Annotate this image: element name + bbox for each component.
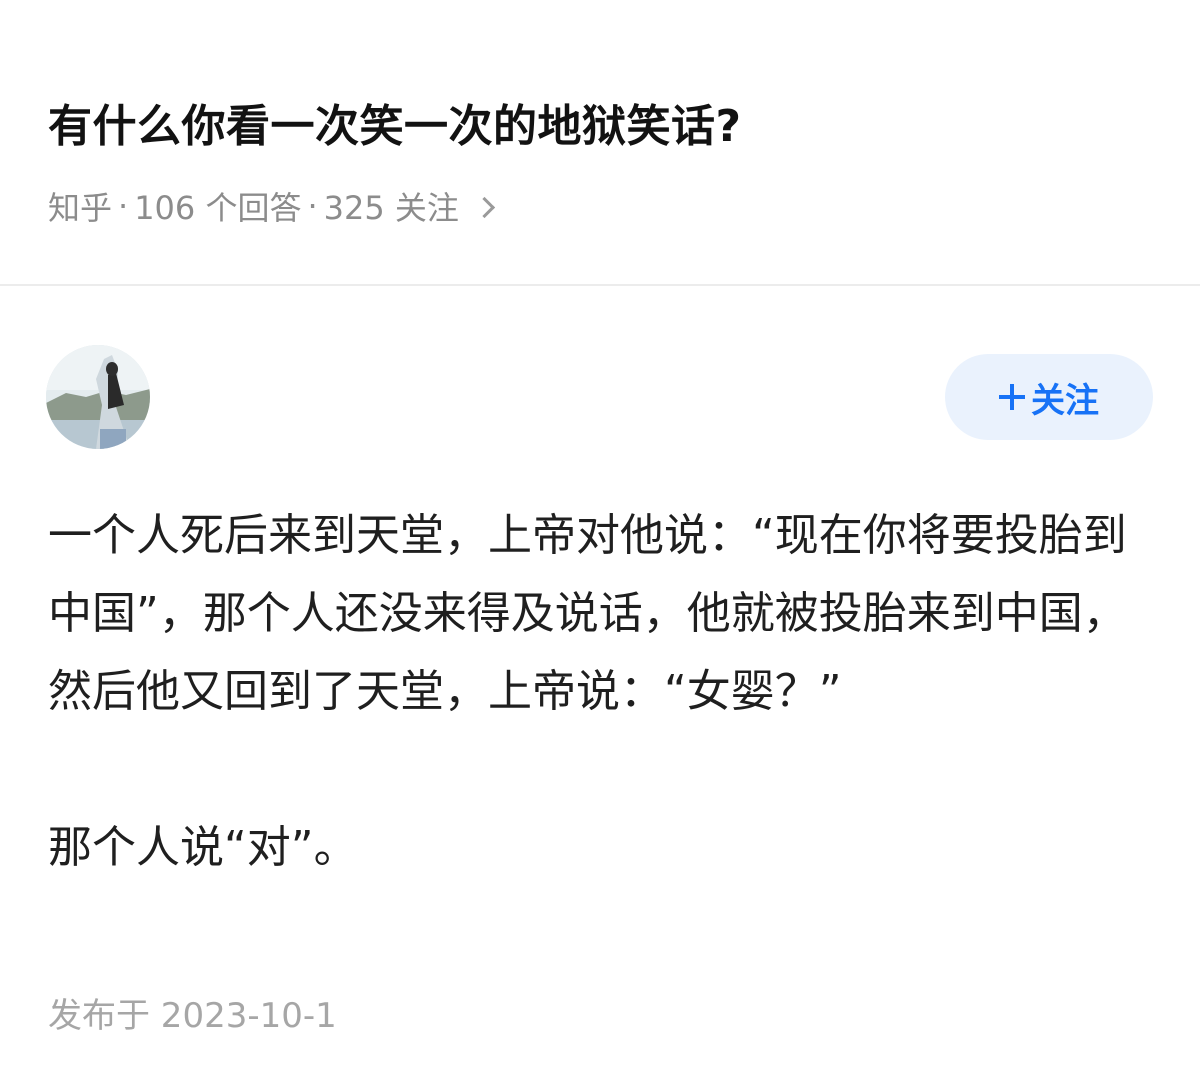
avatar-image: [46, 345, 150, 449]
avatar[interactable]: [46, 345, 150, 449]
meta-separator: ·: [307, 187, 318, 225]
divider: [0, 284, 1200, 286]
question-header: 有什么你看一次笑一次的地狱笑话? 知乎 · 106 个回答 · 325 关注: [0, 0, 1200, 286]
question-meta[interactable]: 知乎 · 106 个回答 · 325 关注: [48, 183, 495, 229]
meta-separator: ·: [118, 187, 129, 225]
publish-time: 发布于 2023-10-1: [48, 996, 337, 1036]
author-row: 关注: [0, 340, 1200, 460]
answer-paragraph: 一个人死后来到天堂，上帝对他说：“现在你将要投胎到中国”，那个人还没来得及说话，…: [48, 510, 1127, 717]
answer-paragraph: 那个人说“对”。: [48, 822, 358, 873]
chevron-right-icon[interactable]: [473, 196, 495, 218]
follow-label: 关注: [1031, 380, 1099, 421]
answer-body: 一个人死后来到天堂，上帝对他说：“现在你将要投胎到中国”，那个人还没来得及说话，…: [48, 497, 1138, 887]
follow-button[interactable]: 关注: [945, 354, 1153, 440]
plus-icon: [999, 384, 1025, 410]
answer-count: 106 个回答: [134, 189, 302, 227]
follower-count: 325 关注: [323, 189, 459, 227]
fade-overlay: [330, 980, 530, 1040]
source-label: 知乎: [48, 189, 113, 227]
question-title[interactable]: 有什么你看一次笑一次的地狱笑话?: [48, 90, 742, 154]
